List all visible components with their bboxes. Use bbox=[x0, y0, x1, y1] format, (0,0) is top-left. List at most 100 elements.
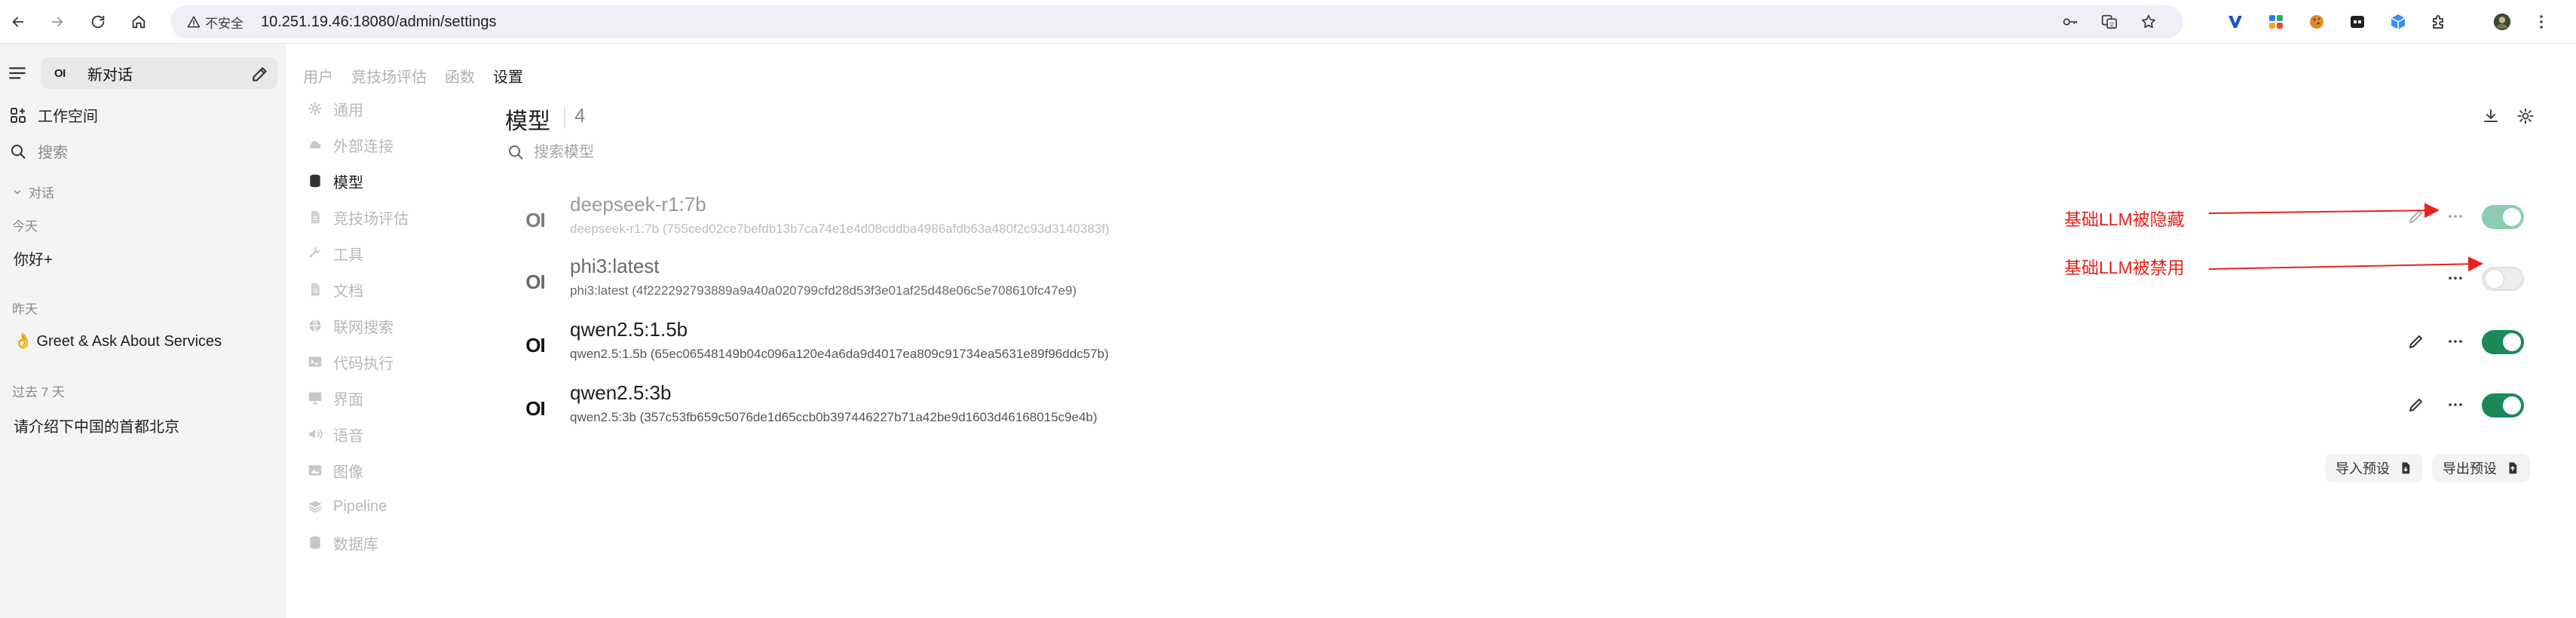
model-enabled-toggle[interactable] bbox=[2482, 267, 2524, 291]
address-bar[interactable]: 不安全 10.251.19.46:18080/admin/settings 文 bbox=[170, 5, 2183, 38]
model-count: 4 bbox=[574, 104, 586, 127]
extension-cube-icon[interactable] bbox=[2387, 11, 2409, 33]
model-search-input[interactable] bbox=[534, 140, 986, 164]
security-chip[interactable]: 不安全 bbox=[181, 10, 253, 34]
monitor-icon bbox=[308, 392, 322, 405]
settings-nav-label: 通用 bbox=[333, 102, 363, 119]
settings-nav-label: 代码执行 bbox=[333, 355, 394, 372]
back-button[interactable] bbox=[5, 8, 32, 35]
model-id: phi3:latest (4f222292793889a9a40a020799c… bbox=[570, 283, 1077, 298]
model-name: phi3:latest bbox=[570, 255, 660, 277]
toggle-knob bbox=[2486, 270, 2504, 288]
export-presets-label: 导出预设 bbox=[2443, 461, 2497, 476]
model-row[interactable]: OI qwen2.5:1.5b qwen2.5:1.5b (65ec065481… bbox=[505, 315, 2541, 375]
password-key-icon[interactable] bbox=[2061, 13, 2079, 31]
import-presets-button[interactable]: 导入预设 bbox=[2325, 454, 2423, 482]
chat-item[interactable]: 你好+ bbox=[14, 247, 53, 269]
settings-nav-interface[interactable]: 界面 bbox=[308, 383, 363, 413]
search-icon bbox=[509, 145, 523, 160]
settings-nav-tools[interactable]: 工具 bbox=[308, 238, 363, 268]
edit-model-button[interactable] bbox=[2405, 205, 2427, 228]
sidebar-item-workspace[interactable]: 工作空间 bbox=[9, 104, 98, 126]
edit-model-button[interactable] bbox=[2405, 393, 2427, 416]
pencil-icon bbox=[2409, 335, 2422, 348]
tab-users[interactable]: 用户 bbox=[303, 65, 333, 87]
group-label-last-7-days: 过去 7 天 bbox=[12, 385, 65, 399]
model-name: qwen2.5:3b bbox=[570, 381, 672, 404]
url-text[interactable]: 10.251.19.46:18080/admin/settings bbox=[261, 14, 496, 31]
toggle-knob bbox=[2503, 333, 2521, 351]
profile-avatar[interactable] bbox=[2491, 11, 2513, 33]
model-enabled-toggle[interactable] bbox=[2482, 393, 2524, 418]
group-label-yesterday: 昨天 bbox=[12, 302, 38, 317]
more-options-button[interactable] bbox=[2444, 393, 2467, 416]
model-row[interactable]: OI phi3:latest phi3:latest (4f2222927938… bbox=[505, 252, 2541, 312]
more-options-button[interactable] bbox=[2444, 205, 2467, 228]
settings-nav-database[interactable]: 数据库 bbox=[308, 528, 378, 558]
edit-model-button[interactable] bbox=[2405, 330, 2427, 353]
chevron-down-icon bbox=[14, 190, 21, 194]
settings-nav-general[interactable]: 通用 bbox=[308, 93, 363, 124]
conversations-toggle[interactable]: 对话 bbox=[12, 182, 54, 201]
settings-nav-images[interactable]: 图像 bbox=[308, 455, 363, 485]
chat-item[interactable]: 👌 Greet & Ask About Services bbox=[14, 332, 222, 350]
new-chat-button[interactable]: OI 新对话 bbox=[41, 57, 277, 89]
tab-arena[interactable]: 竞技场评估 bbox=[351, 65, 427, 87]
speaker-icon bbox=[309, 429, 323, 439]
pencil-icon bbox=[2409, 210, 2422, 223]
sidebar-item-search[interactable]: 搜索 bbox=[9, 140, 68, 162]
settings-nav-audio[interactable]: 语音 bbox=[308, 419, 363, 449]
database-icon bbox=[310, 174, 320, 188]
extension-v-icon[interactable] bbox=[2224, 11, 2247, 33]
model-enabled-toggle[interactable] bbox=[2482, 330, 2524, 354]
settings-nav-documents[interactable]: 文档 bbox=[308, 274, 363, 304]
new-chat-label: 新对话 bbox=[87, 66, 133, 84]
download-button[interactable] bbox=[2480, 106, 2501, 127]
browser-menu-icon[interactable] bbox=[2530, 11, 2553, 33]
bookmark-star-icon[interactable] bbox=[2140, 13, 2158, 31]
settings-nav-connections[interactable]: 外部连接 bbox=[308, 130, 394, 160]
more-options-button[interactable] bbox=[2444, 267, 2467, 289]
model-enabled-toggle[interactable] bbox=[2482, 205, 2524, 229]
settings-nav-arena[interactable]: 竞技场评估 bbox=[308, 202, 409, 232]
translate-icon[interactable]: 文 bbox=[2100, 13, 2118, 31]
settings-nav-label: 界面 bbox=[333, 391, 363, 408]
model-settings-button[interactable] bbox=[2515, 106, 2536, 127]
warning-icon bbox=[187, 16, 201, 28]
settings-nav-pipeline[interactable]: Pipeline bbox=[308, 491, 387, 522]
model-id: qwen2.5:3b (357c53fb659c5076de1d65ccb0b3… bbox=[570, 410, 1098, 424]
model-logo: OI bbox=[525, 396, 545, 420]
model-row[interactable]: OI deepseek-r1:7b deepseek-r1:7b (755ced… bbox=[505, 190, 2541, 250]
settings-nav-models[interactable]: 模型 bbox=[308, 166, 363, 196]
tab-settings[interactable]: 设置 bbox=[493, 65, 523, 87]
arrow-right-icon bbox=[51, 17, 63, 27]
conversations-label: 对话 bbox=[29, 186, 54, 200]
model-id: deepseek-r1:7b (755ced02ce7befdb13b7ca74… bbox=[570, 222, 1110, 236]
extension-grid-icon[interactable] bbox=[2265, 11, 2287, 33]
model-id: qwen2.5:1.5b (65ec06548149b04c096a120e4a… bbox=[570, 347, 1109, 361]
svg-text:文: 文 bbox=[2109, 21, 2115, 28]
stack-icon bbox=[308, 500, 322, 513]
toggle-knob bbox=[2503, 396, 2521, 415]
more-options-button[interactable] bbox=[2444, 330, 2467, 353]
forward-button[interactable] bbox=[44, 8, 71, 35]
model-row[interactable]: OI qwen2.5:3b qwen2.5:3b (357c53fb659c50… bbox=[505, 378, 2541, 439]
file-export-icon bbox=[2509, 462, 2517, 474]
compose-icon[interactable] bbox=[250, 64, 270, 84]
export-presets-button[interactable]: 导出预设 bbox=[2432, 454, 2530, 482]
chat-item[interactable]: 请介绍下中国的首都北京 bbox=[14, 415, 179, 436]
reload-button[interactable] bbox=[84, 8, 112, 35]
ellipsis-icon bbox=[2449, 403, 2462, 406]
tab-functions[interactable]: 函数 bbox=[445, 65, 475, 87]
extension-box-icon[interactable] bbox=[2346, 11, 2369, 33]
settings-nav-code-execution[interactable]: 代码执行 bbox=[308, 347, 394, 377]
menu-icon[interactable] bbox=[8, 63, 27, 83]
extensions-puzzle-icon[interactable] bbox=[2427, 11, 2450, 33]
workspace-icon bbox=[11, 107, 26, 123]
browser-toolbar: 不安全 10.251.19.46:18080/admin/settings 文 bbox=[0, 0, 2576, 44]
settings-nav-web-search[interactable]: 联网搜索 bbox=[308, 311, 394, 341]
home-button[interactable] bbox=[125, 8, 152, 35]
ellipsis-icon bbox=[2449, 277, 2462, 280]
annotation-disabled: 基础LLM被禁用 bbox=[2064, 258, 2185, 277]
extension-cookie-icon[interactable] bbox=[2305, 11, 2328, 33]
